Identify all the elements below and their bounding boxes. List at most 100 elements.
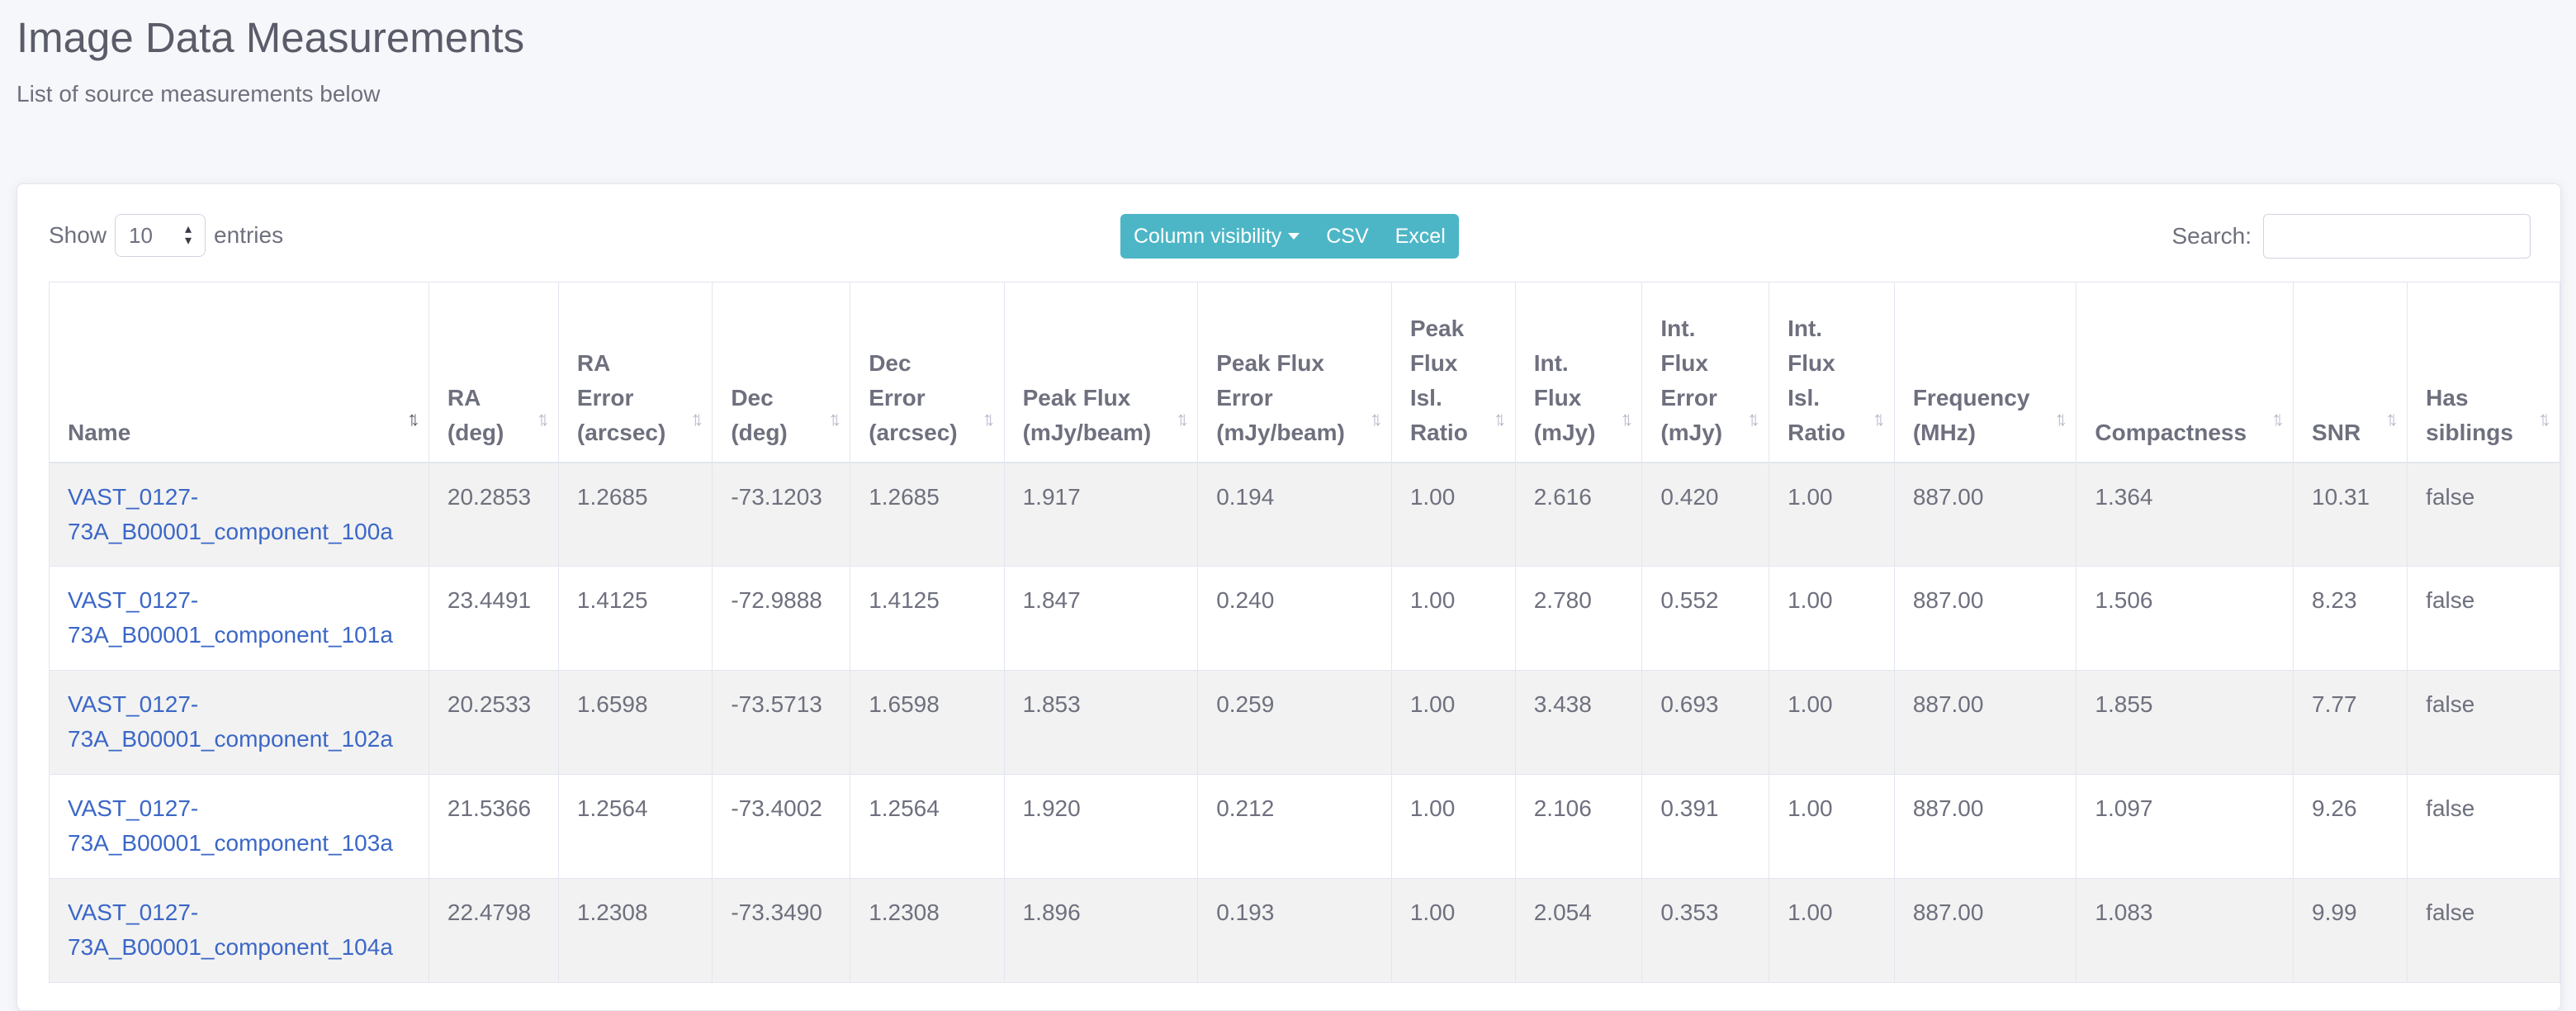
cell-compactness: 1.097 — [2076, 774, 2294, 879]
cell-snr: 9.99 — [2293, 878, 2408, 983]
cell-int-flux-err: 0.353 — [1641, 878, 1770, 983]
cell-name: VAST_0127- 73A_B00001_component_102a — [49, 670, 429, 775]
table-body: VAST_0127- 73A_B00001_component_100a 20.28… — [49, 462, 2560, 983]
cell-peak-flux-isl-ratio: 1.00 — [1390, 670, 1516, 775]
measurement-name-link[interactable]: VAST_0127- 73A_B00001_component_100a — [68, 484, 393, 544]
cell-compactness: 1.083 — [2076, 878, 2294, 983]
cell-int-flux-isl-ratio: 1.00 — [1769, 462, 1895, 567]
cell-ra: 20.2533 — [428, 670, 559, 775]
column-header-int-flux[interactable]: Int. Flux (mJy) ↑↓ — [1514, 282, 1643, 463]
column-header-compactness[interactable]: Compactness ↑↓ — [2076, 282, 2294, 463]
column-header-frequency[interactable]: Frequency (MHz) ↑↓ — [1893, 282, 2077, 463]
cell-ra: 22.4798 — [428, 878, 559, 983]
column-header-label: Name — [68, 419, 131, 445]
measurements-card: Show 10 ▴ ▾ entries Column visibility CSV… — [17, 183, 2561, 1011]
cell-name: VAST_0127- 73A_B00001_component_100a — [49, 462, 429, 567]
cell-ra-err: 1.2308 — [557, 878, 713, 983]
sort-both-icon: ↑↓ — [2538, 407, 2551, 430]
cell-peak-flux-err: 0.194 — [1197, 462, 1392, 567]
table-row: VAST_0127- 73A_B00001_component_104a 22.47… — [49, 878, 2560, 983]
sort-both-icon: ↑↓ — [2054, 407, 2067, 430]
column-visibility-button[interactable]: Column visibility — [1120, 214, 1313, 259]
page-length-select[interactable]: 10 ▴ ▾ — [115, 214, 206, 257]
column-header-label: Peak Flux Error (mJy/beam) — [1216, 349, 1345, 445]
csv-button[interactable]: CSV — [1313, 214, 1381, 259]
cell-int-flux-isl-ratio: 1.00 — [1769, 566, 1895, 671]
cell-int-flux-err: 0.420 — [1641, 462, 1770, 567]
select-arrows-icon: ▴ ▾ — [185, 222, 192, 248]
cell-frequency: 887.00 — [1893, 878, 2077, 983]
cell-ra-err: 1.2564 — [557, 774, 713, 879]
table-controls: Show 10 ▴ ▾ entries Column visibility CSV… — [17, 184, 2560, 283]
column-header-peak-flux-err[interactable]: Peak Flux Error (mJy/beam) ↑↓ — [1197, 282, 1392, 463]
sort-both-icon: ↑↓ — [1620, 407, 1633, 430]
column-header-label: Has siblings — [2426, 384, 2513, 445]
cell-peak-flux-isl-ratio: 1.00 — [1390, 774, 1516, 879]
measurement-name-link[interactable]: VAST_0127- 73A_B00001_component_102a — [68, 691, 393, 752]
cell-peak-flux-isl-ratio: 1.00 — [1390, 462, 1516, 567]
cell-has-siblings: false — [2407, 774, 2560, 879]
table-row: VAST_0127- 73A_B00001_component_103a 21.53… — [49, 774, 2560, 879]
cell-dec-err: 1.2308 — [850, 878, 1005, 983]
cell-peak-flux-err: 0.193 — [1197, 878, 1392, 983]
search-label: Search: — [2171, 223, 2252, 249]
cell-peak-flux: 1.847 — [1003, 566, 1199, 671]
page-subtitle: List of source measurements below — [17, 81, 381, 107]
cell-int-flux-err: 0.391 — [1641, 774, 1770, 879]
measurements-table: Name ↑↓ RA (deg) ↑↓ RA Error (arcsec) ↑↓ Dec (… — [49, 282, 2560, 983]
cell-frequency: 887.00 — [1893, 774, 2077, 879]
cell-ra: 20.2853 — [428, 462, 559, 567]
cell-int-flux: 2.054 — [1514, 878, 1643, 983]
column-header-dec[interactable]: Dec (deg) ↑↓ — [712, 282, 851, 463]
excel-button[interactable]: Excel — [1382, 214, 1459, 259]
sort-both-icon: ↑↓ — [1872, 407, 1886, 430]
cell-dec-err: 1.4125 — [850, 566, 1005, 671]
sort-both-icon: ↑↓ — [690, 407, 703, 430]
column-header-ra[interactable]: RA (deg) ↑↓ — [428, 282, 559, 463]
cell-int-flux-isl-ratio: 1.00 — [1769, 878, 1895, 983]
column-header-peak-flux[interactable]: Peak Flux (mJy/beam) ↑↓ — [1003, 282, 1199, 463]
column-header-name[interactable]: Name ↑↓ — [49, 282, 429, 463]
cell-dec: -73.5713 — [712, 670, 851, 775]
table-row: VAST_0127- 73A_B00001_component_101a 23.44… — [49, 566, 2560, 671]
cell-int-flux: 2.106 — [1514, 774, 1643, 879]
cell-compactness: 1.506 — [2076, 566, 2294, 671]
cell-peak-flux: 1.920 — [1003, 774, 1199, 879]
cell-has-siblings: false — [2407, 462, 2560, 567]
column-header-label: Peak Flux (mJy/beam) — [1022, 384, 1152, 445]
measurement-name-link[interactable]: VAST_0127- 73A_B00001_component_103a — [68, 795, 393, 856]
measurement-name-link[interactable]: VAST_0127- 73A_B00001_component_101a — [68, 587, 393, 648]
sort-both-icon: ↑↓ — [1176, 407, 1189, 430]
cell-snr: 8.23 — [2293, 566, 2408, 671]
column-header-snr[interactable]: SNR ↑↓ — [2293, 282, 2408, 463]
cell-frequency: 887.00 — [1893, 462, 2077, 567]
measurement-name-link[interactable]: VAST_0127- 73A_B00001_component_104a — [68, 899, 393, 960]
sort-both-icon: ↑↓ — [536, 407, 550, 430]
column-header-int-flux-err[interactable]: Int. Flux Error (mJy) ↑↓ — [1641, 282, 1770, 463]
column-header-peak-flux-isl-ratio[interactable]: Peak Flux Isl. Ratio ↑↓ — [1390, 282, 1516, 463]
column-header-int-flux-isl-ratio[interactable]: Int. Flux Isl. Ratio ↑↓ — [1769, 282, 1895, 463]
cell-peak-flux: 1.853 — [1003, 670, 1199, 775]
cell-int-flux: 3.438 — [1514, 670, 1643, 775]
cell-ra: 23.4491 — [428, 566, 559, 671]
column-header-label: SNR — [2312, 419, 2361, 445]
column-header-label: RA Error (arcsec) — [576, 349, 666, 445]
cell-peak-flux: 1.896 — [1003, 878, 1199, 983]
cell-dec-err: 1.2564 — [850, 774, 1005, 879]
entries-label: entries — [214, 222, 284, 248]
column-header-dec-err[interactable]: Dec Error (arcsec) ↑↓ — [850, 282, 1005, 463]
cell-int-flux-err: 0.552 — [1641, 566, 1770, 671]
table-row: VAST_0127- 73A_B00001_component_102a 20.25… — [49, 670, 2560, 775]
page-header: Image Data Measurements List of source m… — [17, 12, 524, 109]
column-header-label: Peak Flux Isl. Ratio — [1409, 315, 1468, 445]
column-header-label: Frequency (MHz) — [1912, 384, 2030, 445]
column-header-ra-err[interactable]: RA Error (arcsec) ↑↓ — [557, 282, 713, 463]
column-header-has-siblings[interactable]: Has siblings ↑↓ — [2407, 282, 2560, 463]
cell-int-flux: 2.780 — [1514, 566, 1643, 671]
search-input[interactable] — [2263, 214, 2531, 259]
cell-int-flux-err: 0.693 — [1641, 670, 1770, 775]
cell-snr: 10.31 — [2293, 462, 2408, 567]
sort-both-icon: ↑↓ — [1493, 407, 1507, 430]
cell-int-flux-isl-ratio: 1.00 — [1769, 774, 1895, 879]
table-row: VAST_0127- 73A_B00001_component_100a 20.28… — [49, 462, 2560, 567]
